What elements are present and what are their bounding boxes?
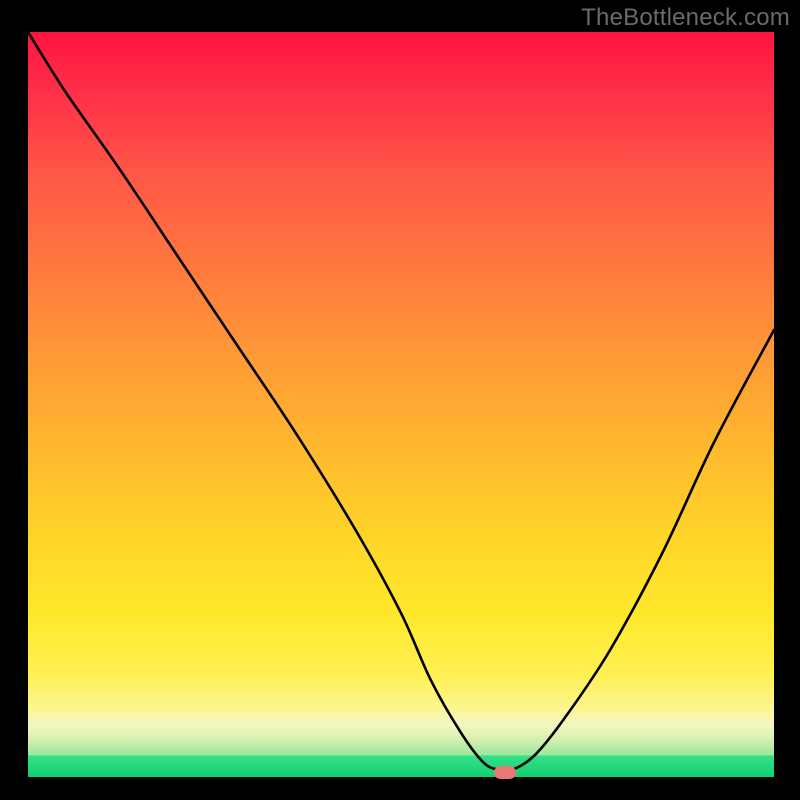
chart-frame: TheBottleneck.com (0, 0, 800, 800)
watermark-text: TheBottleneck.com (581, 4, 790, 32)
plot-area (28, 32, 774, 777)
bottleneck-curve (28, 32, 774, 777)
optimal-marker (494, 766, 516, 779)
